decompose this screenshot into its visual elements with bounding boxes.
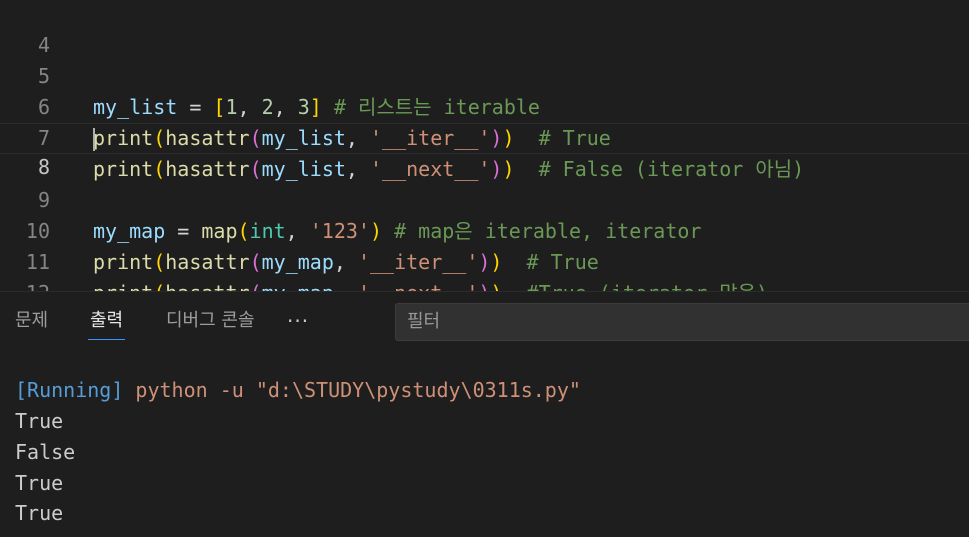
code-line[interactable]: 13 bbox=[0, 278, 969, 291]
output-run-line: [Running] python -u "d:\STUDY\pystudy\03… bbox=[15, 375, 581, 406]
code-line[interactable]: 10 print(hasattr(my_map, '__iter__')) # … bbox=[0, 185, 969, 274]
code-editor[interactable]: 4 5 my_list = [1, 2, 3] # 리스트는 iterable … bbox=[0, 0, 969, 291]
code-line[interactable]: 5 my_list = [1, 2, 3] # 리스트는 iterable bbox=[0, 30, 969, 119]
code-line[interactable]: 9 my_map = map(int, '123') # map은 iterab… bbox=[0, 154, 969, 243]
output-result: True bbox=[15, 409, 64, 433]
code-line[interactable]: 6 print(hasattr(my_list, '__iter__')) # … bbox=[0, 61, 969, 150]
code-line-current[interactable]: 8 bbox=[0, 123, 969, 179]
code-line[interactable]: 12 bbox=[0, 247, 969, 291]
tab-debug-console[interactable]: 디버그 콘솔 bbox=[166, 308, 255, 338]
tab-output[interactable]: 출력 bbox=[87, 308, 126, 340]
output-panel[interactable]: [Running] python -u "d:\STUDY\pystudy\03… bbox=[0, 349, 969, 537]
output-result: True bbox=[15, 501, 64, 525]
more-icon[interactable]: ··· bbox=[287, 308, 309, 334]
output-result: True bbox=[15, 471, 64, 495]
code-line[interactable]: 4 bbox=[0, 0, 969, 57]
panel-tab-bar: 문제 출력 디버그 콘솔 ··· 필터 bbox=[0, 291, 969, 349]
tab-problems[interactable]: 문제 bbox=[15, 308, 48, 338]
code-line[interactable]: 7 print(hasattr(my_list, '__next__')) # … bbox=[0, 92, 969, 181]
run-command: python -u "d:\STUDY\pystudy\0311s.py" bbox=[123, 378, 581, 402]
run-prefix: [Running] bbox=[15, 378, 124, 402]
code-line[interactable]: 11 print(hasattr(my_map, '__next__')) #T… bbox=[0, 216, 969, 291]
output-result: False bbox=[15, 440, 76, 464]
text-cursor bbox=[93, 128, 95, 151]
filter-input[interactable]: 필터 bbox=[395, 303, 969, 341]
